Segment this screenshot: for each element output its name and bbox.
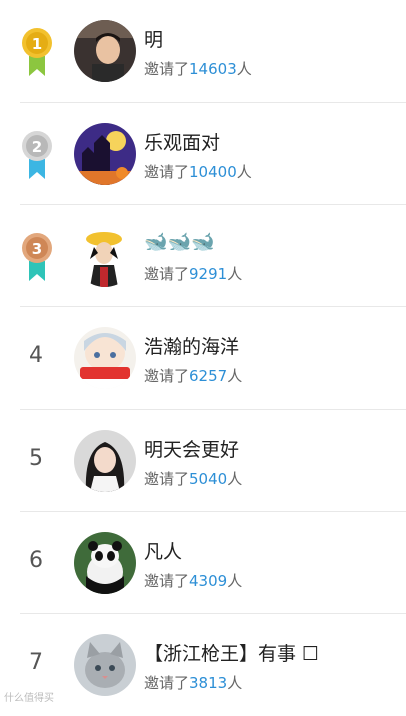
invite-count: 邀请了4309人 bbox=[144, 572, 243, 590]
leaderboard-row-7[interactable]: 7 【浙江枪王】有事 ☐ 邀请了3813人 bbox=[0, 614, 406, 716]
user-name: 【浙江枪王】有事 ☐ bbox=[144, 643, 320, 665]
avatar[interactable] bbox=[74, 225, 136, 287]
silver-medal-icon: 2 bbox=[22, 131, 52, 179]
rank-number: 5 bbox=[29, 446, 43, 471]
svg-text:3: 3 bbox=[32, 240, 42, 258]
leaderboard-row-1[interactable]: 1 明 邀请了14603人 bbox=[0, 0, 406, 102]
svg-text:2: 2 bbox=[32, 138, 42, 156]
user-name: 浩瀚的海洋 bbox=[144, 336, 240, 358]
invite-count: 邀请了14603人 bbox=[144, 60, 252, 78]
leaderboard-row-6[interactable]: 6 凡人 邀请了4309人 bbox=[0, 512, 406, 614]
user-name: 🐋🐋🐋 bbox=[144, 231, 215, 253]
avatar[interactable] bbox=[74, 532, 136, 594]
watermark: 什么值得买 bbox=[4, 693, 54, 704]
user-name: 凡人 bbox=[144, 541, 183, 563]
invite-count: 邀请了10400人 bbox=[144, 163, 252, 181]
bronze-medal-icon: 3 bbox=[22, 233, 52, 281]
invite-count: 邀请了9291人 bbox=[144, 265, 243, 283]
user-name: 明 bbox=[144, 29, 164, 51]
rank-number: 4 bbox=[29, 343, 43, 368]
user-name: 明天会更好 bbox=[144, 439, 240, 461]
leaderboard-row-3[interactable]: 3 🐋🐋🐋 邀请了9291人 bbox=[0, 205, 406, 307]
avatar[interactable] bbox=[74, 327, 136, 389]
avatar[interactable] bbox=[74, 634, 136, 696]
user-name: 乐观面对 bbox=[144, 132, 221, 154]
leaderboard-row-2[interactable]: 2 乐观面对 邀请了10400人 bbox=[0, 103, 406, 205]
avatar[interactable] bbox=[74, 430, 136, 492]
avatar[interactable] bbox=[74, 123, 136, 185]
invite-count: 邀请了6257人 bbox=[144, 367, 243, 385]
invite-count: 邀请了3813人 bbox=[144, 674, 243, 692]
invite-count: 邀请了5040人 bbox=[144, 470, 243, 488]
avatar[interactable] bbox=[74, 20, 136, 82]
svg-text:1: 1 bbox=[32, 35, 42, 53]
gold-medal-icon: 1 bbox=[22, 28, 52, 76]
rank-number: 6 bbox=[29, 548, 43, 573]
rank-number: 7 bbox=[29, 650, 43, 675]
leaderboard-row-5[interactable]: 5 明天会更好 邀请了5040人 bbox=[0, 410, 406, 512]
leaderboard-row-4[interactable]: 4 浩瀚的海洋 邀请了6257人 bbox=[0, 307, 406, 409]
